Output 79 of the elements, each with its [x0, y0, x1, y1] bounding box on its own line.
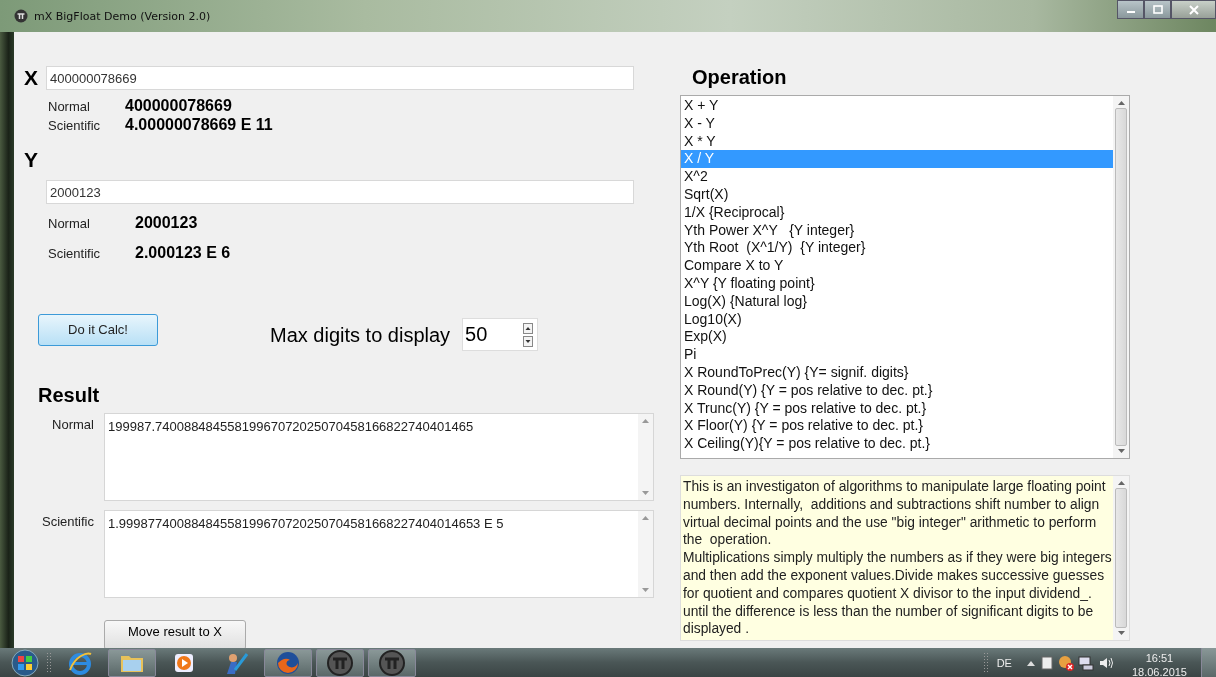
operation-item[interactable]: X Round(Y) {Y = pos relative to dec. pt.}: [681, 381, 1113, 400]
clock-time: 16:51: [1145, 650, 1174, 665]
pi-icon: [378, 648, 406, 677]
scroll-up-icon[interactable]: [1117, 101, 1125, 105]
operation-item[interactable]: X^Y {Y floating point}: [681, 274, 1113, 293]
max-digits-label: Max digits to display: [270, 324, 451, 347]
monitor-icon[interactable]: [1077, 654, 1094, 671]
clock[interactable]: 16:51 18.06.2015: [1131, 650, 1187, 677]
scroll-up-icon[interactable]: [1117, 481, 1125, 485]
window-title: mX BigFloat Demo (Version 2.0): [34, 9, 211, 23]
normal-label: Normal: [51, 416, 95, 434]
scientific-label: Scientific: [48, 118, 102, 133]
clock-date: 18.06.2015: [1131, 664, 1187, 677]
operation-item[interactable]: Log(X) {Natural log}: [681, 292, 1113, 311]
result-heading: Result: [38, 384, 101, 407]
scientific-label: Scientific: [48, 246, 102, 261]
operation-heading: Operation: [692, 66, 788, 89]
minimize-button[interactable]: [1117, 0, 1144, 19]
scroll-up-icon[interactable]: [642, 516, 649, 520]
operation-item[interactable]: 1/X {Reciprocal}: [681, 203, 1113, 222]
operation-item[interactable]: Exp(X): [681, 328, 1113, 347]
operation-item[interactable]: Yth Root (X^1/Y) {Y integer}: [681, 239, 1113, 258]
scrollbar[interactable]: [638, 511, 653, 597]
taskbar-button[interactable]: [368, 648, 416, 677]
operation-item[interactable]: Sqrt(X): [681, 186, 1113, 204]
move-result-button[interactable]: Move result to X: [104, 620, 246, 648]
calc-button[interactable]: Do it Calc!: [38, 313, 158, 346]
scroll-thumb[interactable]: [1115, 108, 1127, 446]
operation-item[interactable]: X Trunc(Y) {Y = pos relative to dec. pt.}: [681, 399, 1113, 418]
scrollbar[interactable]: [638, 414, 653, 500]
scientific-label: Scientific: [40, 513, 95, 531]
description-text: This is an investigaton of algorithms to manipulate large floating point numbers. Internally, additions and subtractions shift number to align virtual decimal points and the use "big integer" arithmetic to perform the operation.: [683, 478, 1107, 550]
scroll-down-icon[interactable]: [1117, 449, 1125, 453]
operation-item[interactable]: Log10(X): [681, 310, 1113, 329]
pi-icon: [326, 648, 354, 677]
maximize-icon: [1152, 4, 1163, 15]
scientific-value: 2.000123 E 6: [135, 244, 232, 262]
operation-item[interactable]: X Ceiling(Y){Y = pos relative to dec. pt.}: [681, 435, 1113, 453]
scientific-value: 4.00000078669 E 11: [125, 116, 274, 134]
language-indicator[interactable]: DE: [996, 656, 1012, 669]
browser-icon: [67, 649, 93, 676]
operation-item[interactable]: Pi: [681, 346, 1113, 364]
x-input-field[interactable]: 400000078669: [46, 66, 634, 90]
tray-icon[interactable]: [1039, 654, 1054, 671]
result-normal-field[interactable]: 199987.74008848455819967072025070458166822740401465: [104, 413, 654, 501]
network-error-icon[interactable]: [1057, 654, 1074, 671]
scroll-down-icon[interactable]: [642, 588, 649, 592]
operation-item[interactable]: X^2: [681, 168, 1113, 186]
normal-value: 2000123: [135, 214, 199, 232]
scrollbar[interactable]: [1113, 476, 1129, 640]
close-button[interactable]: [1171, 0, 1216, 19]
taskbar-button[interactable]: [316, 648, 364, 677]
y-label: Y: [24, 148, 38, 171]
pi-icon: [14, 9, 28, 23]
operation-item[interactable]: Compare X to Y: [681, 257, 1113, 275]
close-icon: [1188, 4, 1199, 15]
scroll-up-icon[interactable]: [642, 419, 649, 423]
globe-icon: [275, 649, 301, 676]
minimize-icon: [1126, 11, 1135, 13]
operation-item[interactable]: X + Y: [681, 97, 1113, 115]
operation-item[interactable]: Yth Power X^Y {Y integer}: [681, 221, 1113, 240]
operation-item[interactable]: X - Y: [681, 114, 1113, 133]
x-label: X: [24, 66, 39, 90]
result-scientific-field[interactable]: 1.99987740088484558199670720250704581668227404014653 E 5: [104, 510, 654, 598]
normal-label: Normal: [48, 216, 91, 231]
scroll-down-icon[interactable]: [642, 491, 649, 495]
maximize-button[interactable]: [1144, 0, 1171, 19]
normal-label: Normal: [48, 99, 91, 114]
operation-item[interactable]: X RoundToPrec(Y) {Y= signif. digits}: [681, 363, 1113, 382]
scroll-down-icon[interactable]: [1117, 631, 1125, 635]
operation-item[interactable]: X Floor(Y) {Y = pos relative to dec. pt.}: [681, 417, 1113, 436]
operation-item[interactable]: X * Y: [681, 132, 1113, 151]
scroll-thumb[interactable]: [1115, 488, 1127, 628]
normal-value: 400000078669: [125, 97, 233, 115]
start-icon[interactable]: [8, 648, 42, 677]
scrollbar[interactable]: [1113, 96, 1129, 458]
max-digits-spinner[interactable]: 50: [462, 318, 539, 351]
description-text: Multiplications simply multiply the numbers as if they were big integers and then add the exponent values.Divide makes successive guesses for quotient and compares quotient X divisor to the input dividend_. until the difference is less than the number of significant digits to be displayed .: [683, 549, 1112, 639]
y-input-field[interactable]: 2000123: [46, 180, 634, 204]
